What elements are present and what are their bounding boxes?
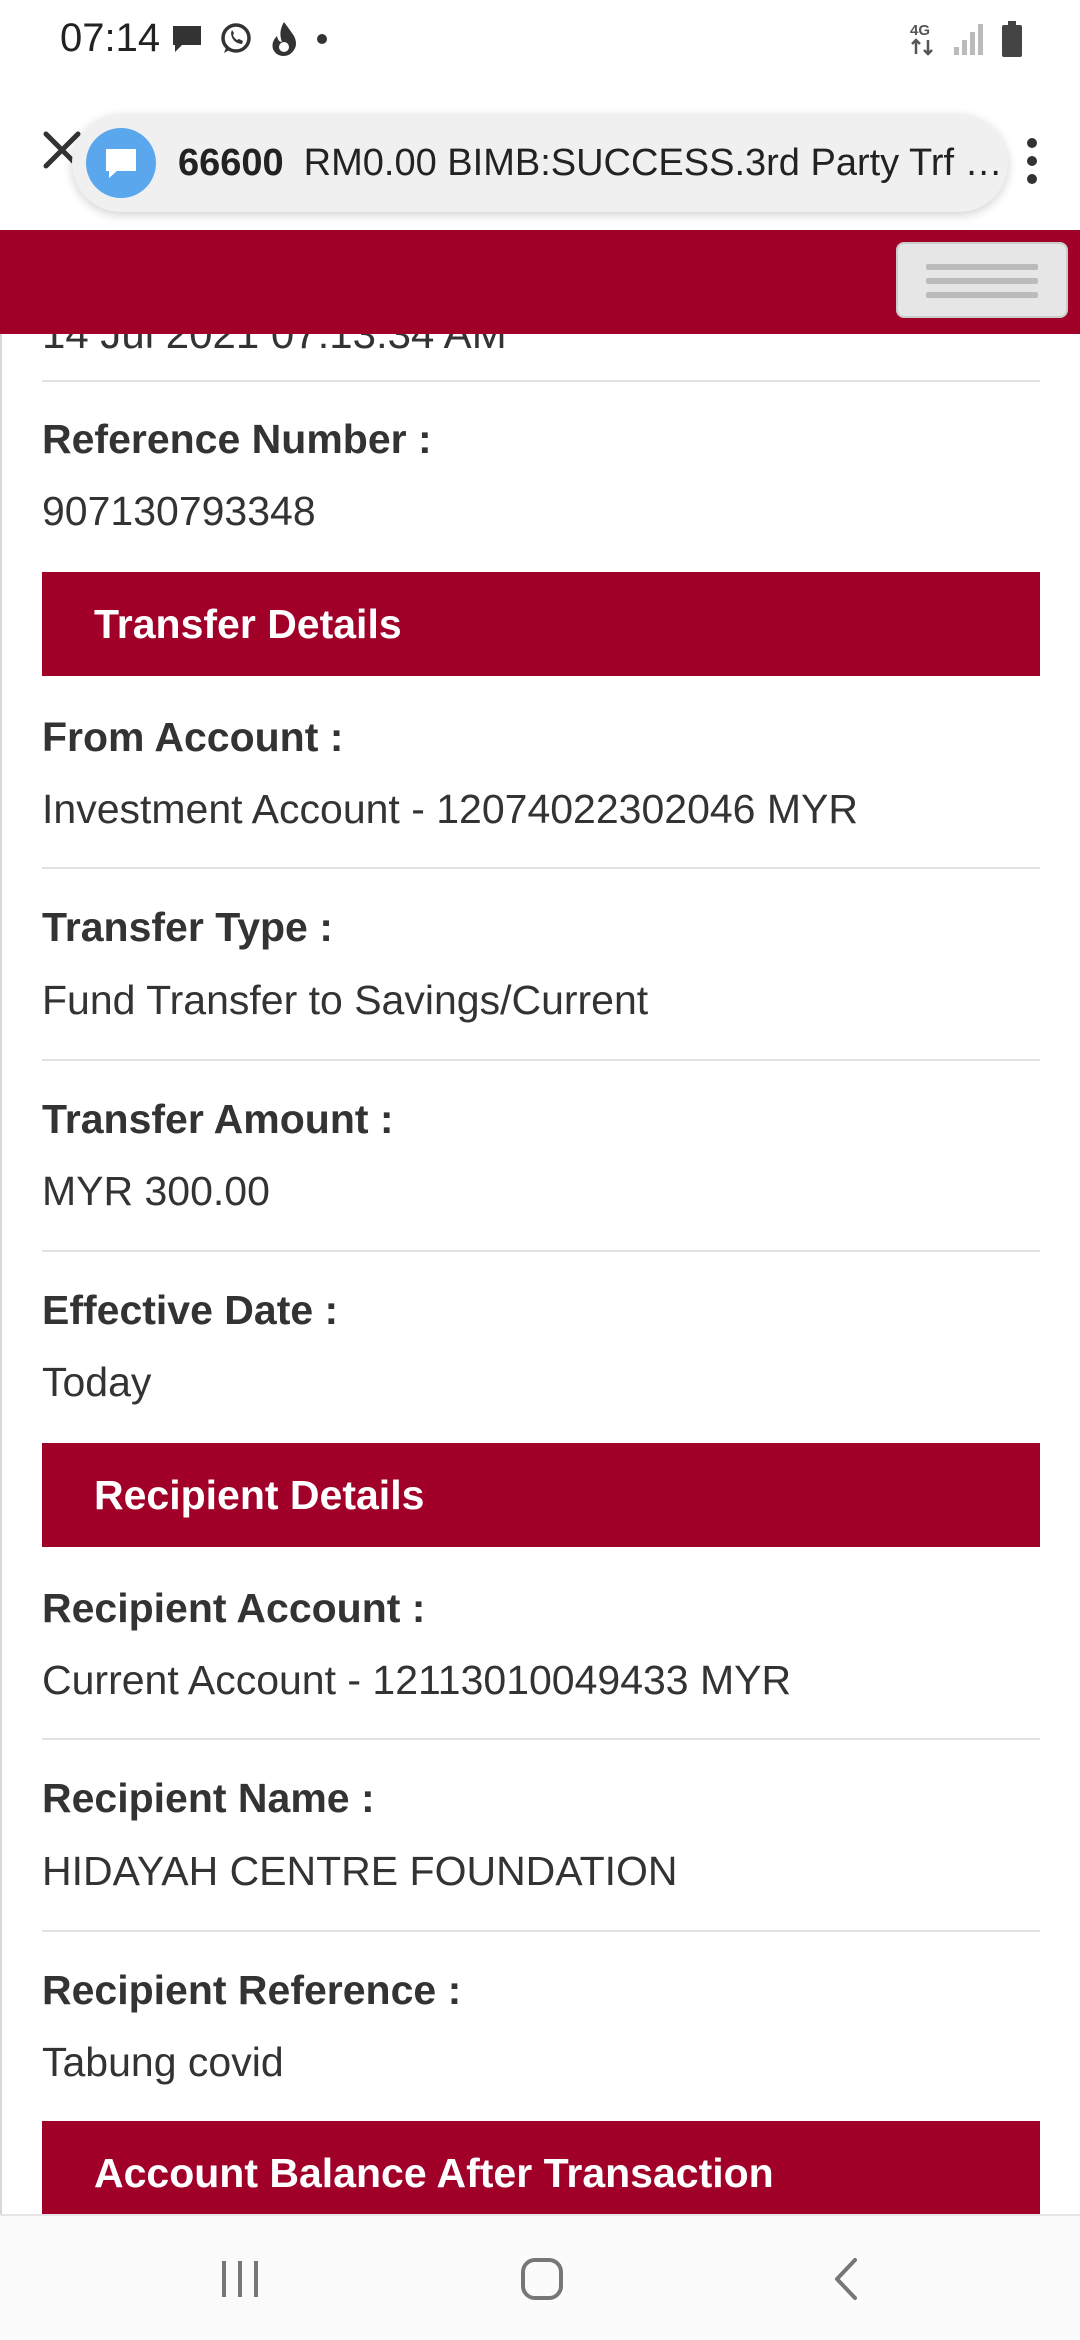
divider [42, 1059, 1040, 1061]
reference-number-label: Reference Number : [42, 416, 432, 462]
recipient-account-value: Current Account - 12113010049433 MYR [42, 1657, 792, 1703]
signal-icon [954, 24, 983, 55]
back-button[interactable] [806, 2246, 886, 2312]
status-icons-left [170, 20, 330, 58]
divider [42, 380, 1040, 382]
notification-sender: 66600 [178, 141, 284, 184]
home-button[interactable] [502, 2246, 582, 2312]
notification-message: RM0.00 BIMB:SUCCESS.3rd Party Trf R... [303, 141, 1004, 184]
account-balance-header: Account Balance After Transaction [42, 2121, 1040, 2214]
sms-notification[interactable]: 66600 RM0.00 BIMB:SUCCESS.3rd Party Trf … [72, 114, 1008, 212]
app-header [0, 230, 1080, 334]
more-options-icon[interactable] [1024, 136, 1040, 186]
recipient-reference-label: Recipient Reference : [42, 1967, 462, 2013]
hamburger-bar [926, 278, 1038, 284]
4g-icon: 4G [910, 22, 933, 56]
effective-date-value: Today [42, 1359, 152, 1405]
transfer-amount-label: Transfer Amount : [42, 1096, 394, 1142]
chat-bubble-icon [86, 128, 156, 198]
transfer-type-value: Fund Transfer to Savings/Current [42, 977, 649, 1023]
recipient-name-label: Recipient Name : [42, 1775, 375, 1821]
navigation-bar [0, 2214, 1080, 2340]
from-account-value: Investment Account - 12074022302046 MYR [42, 786, 858, 832]
recipient-reference-value: Tabung covid [42, 2039, 284, 2085]
status-icons-right: 4G [908, 20, 1024, 58]
recipient-account-label: Recipient Account : [42, 1585, 426, 1631]
transfer-type-label: Transfer Type : [42, 904, 333, 950]
network-type-label: 4G [910, 22, 930, 39]
transfer-details-header: Transfer Details [42, 572, 1040, 676]
reference-number-value: 907130793348 [42, 488, 316, 534]
fire-icon [272, 22, 296, 56]
recent-apps-icon [222, 2261, 258, 2297]
left-edge-line [0, 334, 2, 2214]
divider [42, 1738, 1040, 1740]
recipient-details-header: Recipient Details [42, 1443, 1040, 1547]
divider [42, 1250, 1040, 1252]
transfer-amount-value: MYR 300.00 [42, 1168, 270, 1214]
recipient-name-value: HIDAYAH CENTRE FOUNDATION [42, 1848, 678, 1894]
from-account-label: From Account : [42, 714, 344, 760]
transaction-details: 14 Jul 2021 07:13:34 AM Reference Number… [0, 334, 1080, 2214]
message-icon [173, 26, 201, 52]
recent-apps-button[interactable] [200, 2246, 280, 2312]
effective-date-label: Effective Date : [42, 1287, 339, 1333]
divider [42, 1930, 1040, 1932]
home-icon [521, 2258, 563, 2300]
status-time: 07:14 [60, 16, 161, 60]
browser-bar: 66600 RM0.00 BIMB:SUCCESS.3rd Party Trf … [0, 82, 1080, 230]
hamburger-bar [926, 292, 1038, 298]
divider [42, 867, 1040, 869]
status-bar: 07:14 4G [0, 0, 1080, 82]
back-icon [835, 2258, 857, 2300]
dot-icon [317, 34, 327, 44]
battery-icon [1002, 21, 1022, 57]
hamburger-icon [926, 264, 1038, 270]
whatsapp-icon [221, 23, 251, 53]
transaction-datetime: 14 Jul 2021 07:13:34 AM [42, 334, 507, 358]
menu-button[interactable] [896, 242, 1068, 318]
